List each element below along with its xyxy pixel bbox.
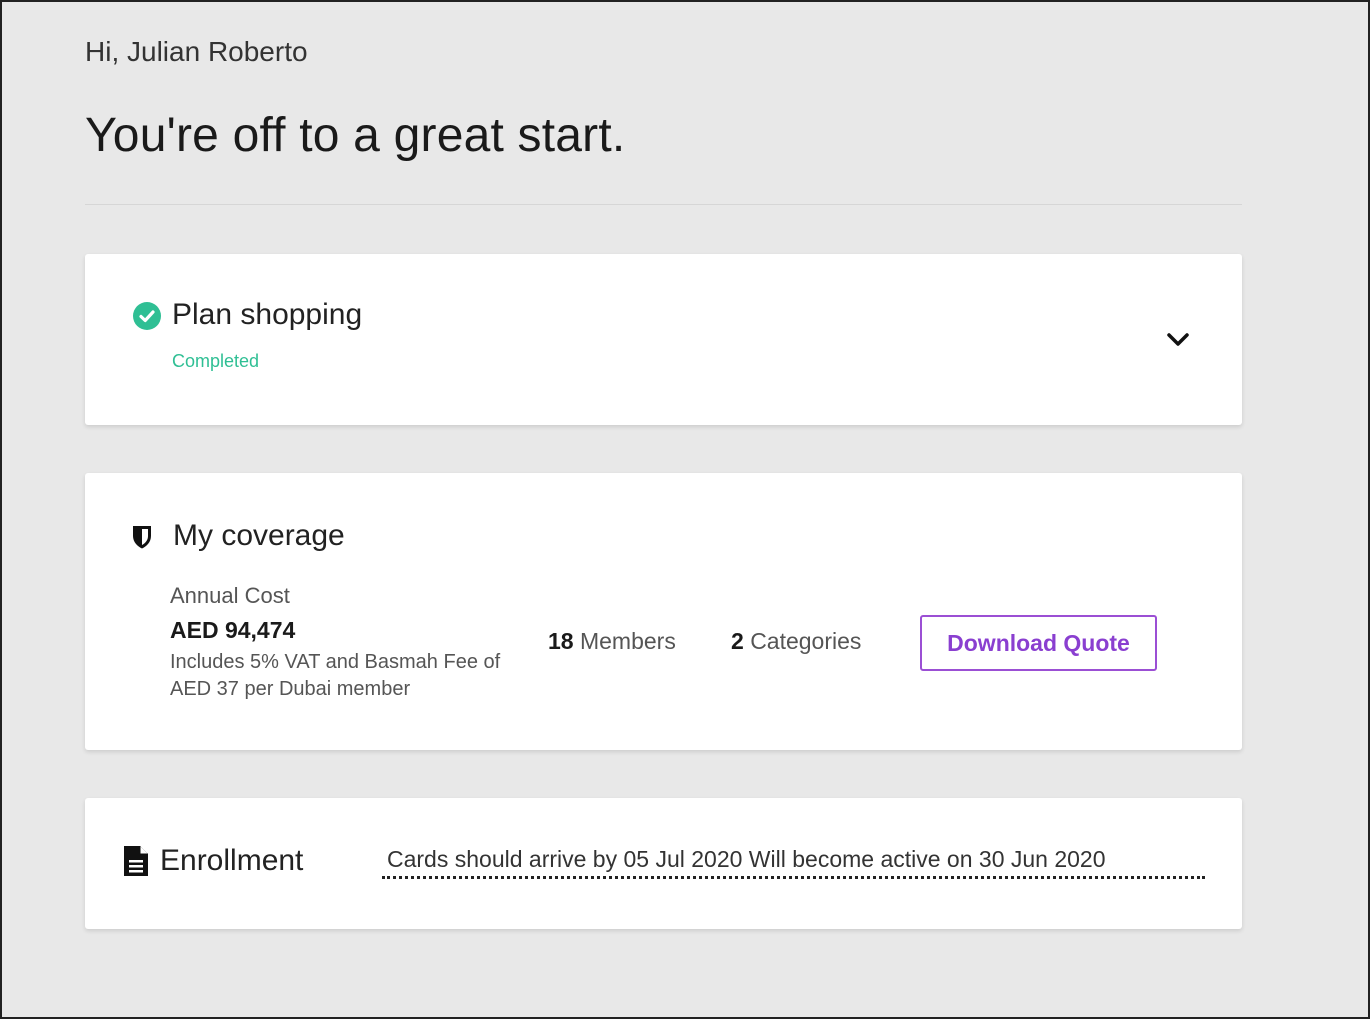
coverage-card: My coverage Annual Cost AED 94,474 Inclu… <box>85 473 1242 750</box>
shield-icon <box>131 524 153 550</box>
chevron-down-icon <box>1167 333 1189 346</box>
enrollment-card: Enrollment Cards should arrive by 05 Jul… <box>85 798 1242 929</box>
plan-status-badge: Completed <box>172 351 260 371</box>
annual-cost-value: AED 94,474 <box>170 617 296 643</box>
dashboard-frame: Hi, Julian Roberto You're off to a great… <box>0 0 1370 1019</box>
plan-shopping-title: Plan shopping <box>172 298 363 331</box>
document-icon <box>123 845 149 877</box>
cost-note: Includes 5% VAT and Basmah Fee of AED 37… <box>170 651 501 700</box>
enrollment-title: Enrollment <box>160 844 304 877</box>
members-label: Members <box>579 628 676 654</box>
header-divider <box>85 204 1242 205</box>
categories-count: 2 <box>731 628 744 654</box>
check-circle-icon <box>133 302 161 330</box>
members-count: 18 <box>548 628 574 654</box>
categories-stat: 2 Categories <box>731 628 861 655</box>
annual-cost-label: Annual Cost <box>170 583 290 608</box>
members-stat: 18 Members <box>548 628 676 655</box>
download-quote-button[interactable]: Download Quote <box>920 615 1157 671</box>
coverage-title: My coverage <box>173 519 345 552</box>
page-headline: You're off to a great start. <box>85 109 626 162</box>
plan-shopping-card[interactable]: Plan shopping Completed <box>85 254 1242 425</box>
enrollment-info-link[interactable]: Cards should arrive by 05 Jul 2020 Will … <box>382 846 1205 879</box>
categories-label: Categories <box>750 628 862 654</box>
expand-toggle-button[interactable] <box>1163 328 1193 352</box>
greeting-text: Hi, Julian Roberto <box>85 36 308 67</box>
